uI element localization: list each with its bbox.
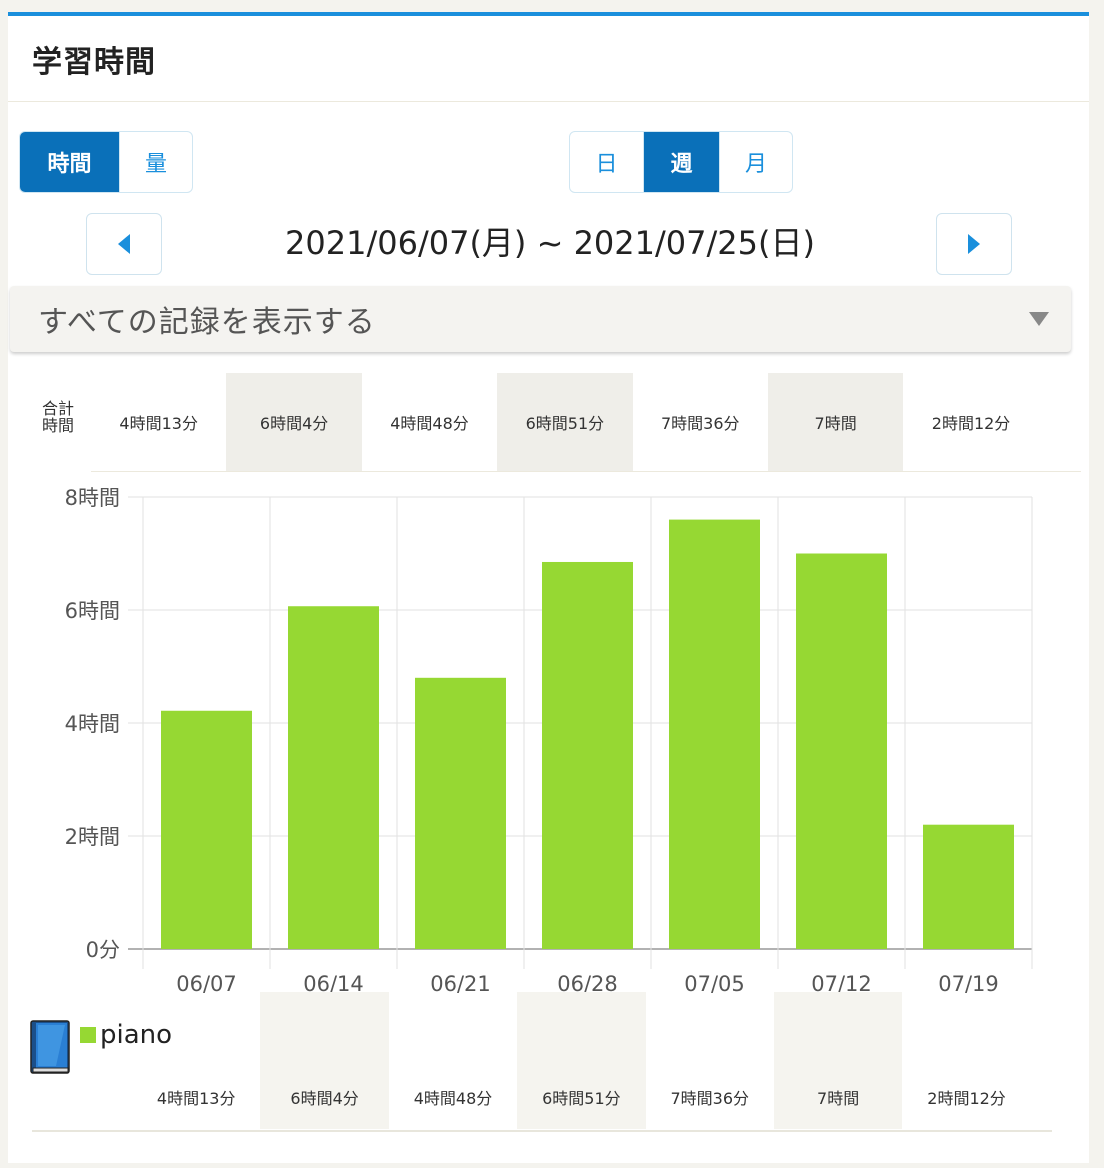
card-header: 学習時間 — [8, 16, 1089, 102]
period-option-month[interactable]: 月 — [719, 132, 792, 192]
legend-entry: piano — [80, 1020, 172, 1050]
book-total-cell: 7時間36分 — [670, 1089, 750, 1108]
arrow-right-icon — [968, 234, 980, 254]
bar — [415, 677, 506, 949]
period-toggle: 日 週 月 — [569, 131, 793, 193]
bar — [923, 824, 1014, 949]
total-cell: 4時間13分 — [119, 414, 198, 433]
bottom-divider — [32, 1130, 1052, 1132]
legend-swatch — [80, 1027, 96, 1043]
record-filter-label: すべての記録を表示する — [38, 305, 376, 340]
y-tick-label: 8時間 — [65, 486, 120, 510]
book-totals-row: 4時間13分 6時間4分 4時間48分 6時間51分 7時間36分 7時間 2時… — [132, 992, 1031, 1129]
total-cell: 6時間4分 — [226, 373, 362, 471]
record-filter-select[interactable]: すべての記録を表示する — [10, 286, 1071, 352]
legend-label: piano — [100, 1020, 173, 1050]
period-option-day[interactable]: 日 — [570, 132, 643, 192]
book-icon — [30, 1020, 70, 1074]
book-total-cell: 6時間51分 — [517, 992, 646, 1129]
y-tick-label: 2時間 — [65, 825, 120, 849]
caret-down-icon — [1029, 312, 1049, 326]
legend: piano — [30, 1020, 172, 1074]
metric-toggle: 時間 量 — [19, 131, 193, 193]
period-option-week[interactable]: 週 — [643, 132, 719, 192]
bar — [542, 561, 633, 949]
arrow-left-icon — [118, 234, 130, 254]
bar — [669, 519, 760, 949]
book-total-cell: 7時間 — [773, 992, 903, 1129]
total-cell: 7時間36分 — [660, 414, 740, 433]
total-cell: 6時間51分 — [497, 373, 633, 471]
next-period-button[interactable] — [936, 213, 1012, 275]
total-cell: 2時間12分 — [931, 414, 1011, 433]
totals-label: 合計時間 — [42, 400, 76, 434]
page-title: 学習時間 — [32, 44, 156, 80]
book-total-cell: 4時間48分 — [413, 1089, 493, 1108]
book-total-cell: 2時間12分 — [927, 1089, 1006, 1108]
bar — [796, 553, 887, 949]
bar — [288, 606, 379, 949]
total-cell: 4時間48分 — [390, 414, 469, 433]
weekly-bar-chart: 0分2時間4時間6時間8時間06/07 06/14 06/21 06/28 07/05 0… — [65, 486, 1033, 996]
total-cell: 7時間 — [767, 373, 904, 471]
y-tick-label: 0分 — [86, 938, 120, 962]
metric-option-time[interactable]: 時間 — [20, 132, 119, 192]
prev-period-button[interactable] — [86, 213, 162, 275]
date-range: 2021/06/07(月) ~ 2021/07/25(日) — [285, 224, 815, 262]
book-total-cell: 6時間4分 — [260, 992, 389, 1129]
y-tick-label: 4時間 — [65, 712, 120, 736]
bar — [161, 710, 252, 949]
metric-option-amount[interactable]: 量 — [119, 132, 192, 192]
totals-row: 4時間13分 6時間4分 4時間48分 6時間51分 7時間36分 7時間 2時… — [91, 373, 1039, 471]
totals-label-text: 合計時間 — [42, 399, 75, 435]
y-tick-label: 6時間 — [65, 599, 120, 623]
